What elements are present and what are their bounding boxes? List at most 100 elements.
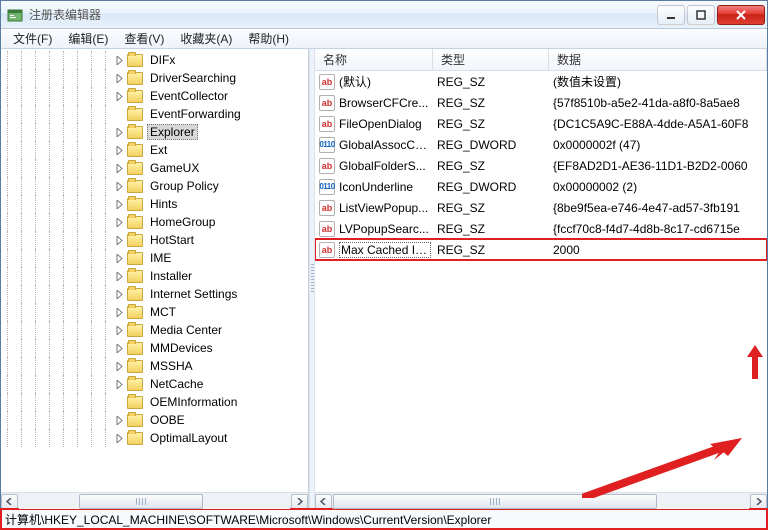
scroll-right-button[interactable] <box>291 494 308 509</box>
registry-value-row[interactable]: abLVPopupSearc...REG_SZ{fccf70c8-f4d7-4d… <box>315 218 767 239</box>
expand-icon[interactable] <box>115 74 124 83</box>
expand-icon[interactable] <box>115 146 124 155</box>
expand-icon[interactable] <box>115 92 124 101</box>
expand-icon[interactable] <box>115 218 124 227</box>
menu-view[interactable]: 查看(V) <box>116 28 172 49</box>
expand-icon[interactable] <box>115 164 124 173</box>
tree-expander[interactable] <box>113 414 125 426</box>
tree-expander[interactable] <box>113 108 125 120</box>
expand-icon[interactable] <box>115 254 124 263</box>
scroll-thumb[interactable] <box>79 494 204 509</box>
tree-expander[interactable] <box>113 270 125 282</box>
tree-expander[interactable] <box>113 216 125 228</box>
tree-item[interactable]: MSSHA <box>1 357 308 375</box>
menu-favorites[interactable]: 收藏夹(A) <box>172 28 240 49</box>
scroll-right-button[interactable] <box>750 494 767 509</box>
registry-value-row[interactable]: abFileOpenDialogREG_SZ{DC1C5A9C-E88A-4dd… <box>315 113 767 134</box>
tree-item[interactable]: NetCache <box>1 375 308 393</box>
tree-item[interactable]: GameUX <box>1 159 308 177</box>
tree-expander[interactable] <box>113 306 125 318</box>
tree-expander[interactable] <box>113 162 125 174</box>
tree-item[interactable]: EventCollector <box>1 87 308 105</box>
tree-expander[interactable] <box>113 234 125 246</box>
tree-expander[interactable] <box>113 126 125 138</box>
tree-item[interactable]: MCT <box>1 303 308 321</box>
expand-icon[interactable] <box>115 182 124 191</box>
tree-item[interactable]: OEMInformation <box>1 393 308 411</box>
list-hscrollbar[interactable] <box>315 492 767 509</box>
column-header-name[interactable]: 名称 <box>315 49 433 70</box>
tree-item[interactable]: DIFx <box>1 51 308 69</box>
column-header-type[interactable]: 类型 <box>433 49 549 70</box>
tree-expander[interactable] <box>113 252 125 264</box>
expand-icon[interactable] <box>115 272 124 281</box>
tree-item[interactable]: Hints <box>1 195 308 213</box>
tree-item[interactable]: DriverSearching <box>1 69 308 87</box>
tree-expander[interactable] <box>113 54 125 66</box>
titlebar[interactable]: 注册表编辑器 <box>1 1 767 29</box>
expand-icon[interactable] <box>115 344 124 353</box>
expand-icon[interactable] <box>115 326 124 335</box>
tree-guides <box>1 105 113 123</box>
registry-value-row[interactable]: 0110GlobalAssocCh...REG_DWORD0x0000002f … <box>315 134 767 155</box>
tree-item[interactable]: IME <box>1 249 308 267</box>
tree-expander[interactable] <box>113 288 125 300</box>
expand-icon[interactable] <box>115 380 124 389</box>
tree-expander[interactable] <box>113 396 125 408</box>
tree-expander[interactable] <box>113 90 125 102</box>
menu-file[interactable]: 文件(F) <box>5 28 60 49</box>
tree-hscrollbar[interactable] <box>1 492 308 509</box>
tree-expander[interactable] <box>113 378 125 390</box>
expand-icon[interactable] <box>115 362 124 371</box>
expand-icon[interactable] <box>115 308 124 317</box>
tree-item[interactable]: HotStart <box>1 231 308 249</box>
menu-edit[interactable]: 编辑(E) <box>60 28 116 49</box>
expand-icon[interactable] <box>115 236 124 245</box>
tree-item[interactable]: Installer <box>1 267 308 285</box>
tree-expander[interactable] <box>113 324 125 336</box>
scroll-track[interactable] <box>19 494 290 509</box>
scroll-left-button[interactable] <box>1 494 18 509</box>
tree-item[interactable]: Explorer <box>1 123 308 141</box>
registry-value-row[interactable]: 0110IconUnderlineREG_DWORD0x00000002 (2) <box>315 176 767 197</box>
expand-icon[interactable] <box>115 56 124 65</box>
tree-expander[interactable] <box>113 342 125 354</box>
tree-item[interactable]: Media Center <box>1 321 308 339</box>
folder-icon <box>127 126 143 139</box>
scroll-thumb[interactable] <box>333 494 657 509</box>
expand-icon[interactable] <box>115 434 124 443</box>
minimize-button[interactable] <box>657 5 685 25</box>
column-header-data[interactable]: 数据 <box>549 49 767 70</box>
registry-value-row[interactable]: abListViewPopup...REG_SZ{8be9f5ea-e746-4… <box>315 197 767 218</box>
tree-expander[interactable] <box>113 198 125 210</box>
tree-expander[interactable] <box>113 432 125 444</box>
menu-help[interactable]: 帮助(H) <box>240 28 297 49</box>
maximize-button[interactable] <box>687 5 715 25</box>
expand-icon[interactable] <box>115 416 124 425</box>
registry-value-row[interactable]: ab(默认)REG_SZ(数值未设置) <box>315 71 767 92</box>
tree-item[interactable]: MMDevices <box>1 339 308 357</box>
scroll-left-button[interactable] <box>315 494 332 509</box>
scroll-track[interactable] <box>333 494 749 509</box>
tree-expander[interactable] <box>113 180 125 192</box>
tree-expander[interactable] <box>113 360 125 372</box>
expand-icon[interactable] <box>115 128 124 137</box>
tree-expander[interactable] <box>113 72 125 84</box>
registry-value-row[interactable]: abGlobalFolderS...REG_SZ{EF8AD2D1-AE36-1… <box>315 155 767 176</box>
tree-item[interactable]: Group Policy <box>1 177 308 195</box>
expand-icon[interactable] <box>115 290 124 299</box>
close-button[interactable] <box>717 5 765 25</box>
tree-item[interactable]: EventForwarding <box>1 105 308 123</box>
expand-icon[interactable] <box>115 200 124 209</box>
registry-value-row[interactable]: abMax Cached Ic...REG_SZ2000 <box>315 239 767 260</box>
tree-item[interactable]: Ext <box>1 141 308 159</box>
tree-scroll[interactable]: DIFxDriverSearchingEventCollectorEventFo… <box>1 49 308 492</box>
tree-item[interactable]: OptimalLayout <box>1 429 308 447</box>
tree-item[interactable]: OOBE <box>1 411 308 429</box>
tree-guides <box>1 375 113 393</box>
tree-item[interactable]: Internet Settings <box>1 285 308 303</box>
tree-item[interactable]: HomeGroup <box>1 213 308 231</box>
tree-expander[interactable] <box>113 144 125 156</box>
list-body[interactable]: ab(默认)REG_SZ(数值未设置)abBrowserCFCre...REG_… <box>315 71 767 492</box>
registry-value-row[interactable]: abBrowserCFCre...REG_SZ{57f8510b-a5e2-41… <box>315 92 767 113</box>
